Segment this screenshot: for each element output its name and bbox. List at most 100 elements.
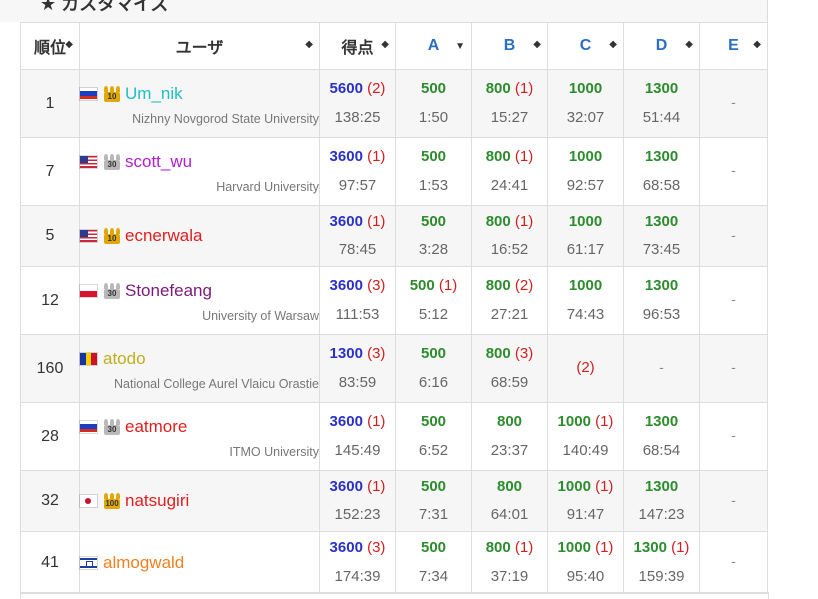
submit-time: 64:01 <box>490 506 529 523</box>
column-label-user: ユーザ <box>175 40 224 57</box>
total-score-cell: 3600 (1) 152:23 <box>319 470 396 532</box>
submit-time: 74:43 <box>566 305 605 323</box>
submit-time: 97:57 <box>338 176 377 194</box>
points-line: 500 (1) <box>396 272 471 301</box>
username-link[interactable]: natsugiri <box>125 491 189 511</box>
sort-icon[interactable]: ◆ <box>381 40 389 50</box>
section-title: ★ カスタマイズ <box>40 0 169 14</box>
username-link[interactable]: ecnerwala <box>125 226 203 246</box>
submit-time: 174:39 <box>334 567 381 585</box>
task-score-cell[interactable]: 500 3:28 <box>395 205 472 267</box>
rank-value: 7 <box>45 162 55 180</box>
column-label-task: C <box>579 37 592 54</box>
task-score-cell[interactable]: 1000 32:07 <box>547 69 624 138</box>
points-line: 800 <box>472 473 547 502</box>
task-score-cell[interactable]: 800 23:37 <box>471 402 548 471</box>
penalty-count: (1) <box>514 148 534 165</box>
task-score-cell[interactable]: 500 7:34 <box>395 531 472 594</box>
sort-icon[interactable]: ◆ <box>753 40 761 50</box>
sort-icon[interactable]: ◆ <box>685 40 693 50</box>
submit-time: 7:31 <box>418 506 449 523</box>
task-score-cell[interactable]: 1300 147:23 <box>623 470 700 532</box>
task-score-cell[interactable]: 1300 51:44 <box>623 69 700 138</box>
submit-time: 27:21 <box>490 305 529 323</box>
submit-time: 68:54 <box>642 441 681 459</box>
task-score-cell[interactable]: 1000 (1) 95:40 <box>547 531 624 594</box>
task-score-cell[interactable]: 1000 (1) 91:47 <box>547 470 624 532</box>
user-cell: 30 scott_wu Harvard University <box>79 137 320 206</box>
penalty-count: (3) <box>514 345 534 362</box>
task-score-cell[interactable]: 1000 74:43 <box>547 266 624 335</box>
column-header-task-b[interactable]: B ◆ <box>471 22 548 70</box>
submit-time: 96:53 <box>642 305 681 323</box>
task-score-cell[interactable]: 1300 68:58 <box>623 137 700 206</box>
task-score-cell[interactable]: 500 1:53 <box>395 137 472 206</box>
submit-time: 51:44 <box>642 108 681 126</box>
table-row: 160 atodo National College Aurel Vlaicu Or… <box>20 334 768 403</box>
task-score-cell[interactable]: 500 1:50 <box>395 69 472 138</box>
task-score-cell[interactable]: 800 (1) 24:41 <box>471 137 548 206</box>
task-score-cell[interactable]: 1000 92:57 <box>547 137 624 206</box>
country-flag-icon <box>80 230 97 242</box>
username-link[interactable]: eatmore <box>125 417 187 437</box>
rank-value: 32 <box>41 492 59 509</box>
task-score-cell[interactable]: 800 (2) 27:21 <box>471 266 548 335</box>
submit-time: 92:57 <box>566 176 605 194</box>
points-line: 1000 <box>548 75 623 104</box>
username-link[interactable]: Stonefeang <box>125 281 212 301</box>
column-header-user[interactable]: ユーザ ◆ <box>79 22 320 70</box>
username-link[interactable]: Um_nik <box>125 84 183 104</box>
sort-desc-icon[interactable]: ▼ <box>455 42 465 52</box>
task-score-cell[interactable]: 500 6:52 <box>395 402 472 471</box>
points-line: 800 (1) <box>472 143 547 172</box>
user-cell: atodo National College Aurel Vlaicu Orast… <box>79 334 320 403</box>
no-submission-dash: - <box>731 94 736 111</box>
penalty-count: (1) <box>514 80 534 97</box>
task-score-cell[interactable]: (2) <box>547 334 624 403</box>
username-link[interactable]: scott_wu <box>125 152 192 172</box>
penalty-count: (1) <box>438 277 458 294</box>
sort-icon[interactable]: ◆ <box>305 40 313 50</box>
total-score-cell: 3600 (1) 78:45 <box>319 205 396 267</box>
task-score-cell[interactable]: 800 (1) 15:27 <box>471 69 548 138</box>
submit-time: 140:49 <box>562 441 609 459</box>
task-score-cell[interactable]: 800 (1) 37:19 <box>471 531 548 594</box>
task-score-cell[interactable]: 1300 (1) 159:39 <box>623 531 700 594</box>
points-value: 1000 <box>568 148 603 165</box>
task-score-cell[interactable]: 800 64:01 <box>471 470 548 532</box>
sort-icon[interactable]: ◆ <box>533 40 541 50</box>
column-header-task-c[interactable]: C ◆ <box>547 22 624 70</box>
column-header-score[interactable]: 得点 ◆ <box>319 22 396 70</box>
task-score-cell[interactable]: 500 6:16 <box>395 334 472 403</box>
sort-icon[interactable]: ◆ <box>609 40 617 50</box>
submit-time: 68:59 <box>490 373 529 391</box>
column-header-task-d[interactable]: D ◆ <box>623 22 700 70</box>
column-header-task-a[interactable]: A ▼ <box>395 22 472 70</box>
username-link[interactable]: atodo <box>103 349 146 369</box>
task-score-cell[interactable]: 1300 68:54 <box>623 402 700 471</box>
submit-time: 95:40 <box>566 567 605 585</box>
submit-time: 159:39 <box>638 567 685 585</box>
task-score-cell[interactable]: 800 (1) 16:52 <box>471 205 548 267</box>
submit-time: 83:59 <box>338 373 377 391</box>
task-score-cell[interactable]: 500 7:31 <box>395 470 472 532</box>
column-header-task-e[interactable]: E ◆ <box>699 22 768 70</box>
task-score-cell[interactable]: 1000 (1) 140:49 <box>547 402 624 471</box>
points-line: 1000 (1) <box>548 473 623 502</box>
points-line: 800 (1) <box>472 534 547 563</box>
task-score-cell[interactable]: 800 (3) 68:59 <box>471 334 548 403</box>
username-link[interactable]: almogwald <box>103 553 184 573</box>
no-submission-dash: - <box>731 491 736 508</box>
task-score-cell[interactable]: 500 (1) 5:12 <box>395 266 472 335</box>
points-line: 1300 (3) <box>320 340 395 369</box>
task-score-cell[interactable]: 1300 96:53 <box>623 266 700 335</box>
points-value: 1300 <box>644 148 679 165</box>
user-cell: 30 eatmore ITMO University <box>79 402 320 471</box>
task-score-cell[interactable]: 1000 61:17 <box>547 205 624 267</box>
country-flag-icon <box>80 284 97 297</box>
points-value: 1000 <box>568 212 603 230</box>
task-score-cell[interactable]: 1300 73:45 <box>623 205 700 267</box>
column-header-rank[interactable]: 順位 ◆ <box>20 22 80 70</box>
sort-icon[interactable]: ◆ <box>65 40 73 50</box>
crown-rank-icon: 100 <box>103 493 121 509</box>
